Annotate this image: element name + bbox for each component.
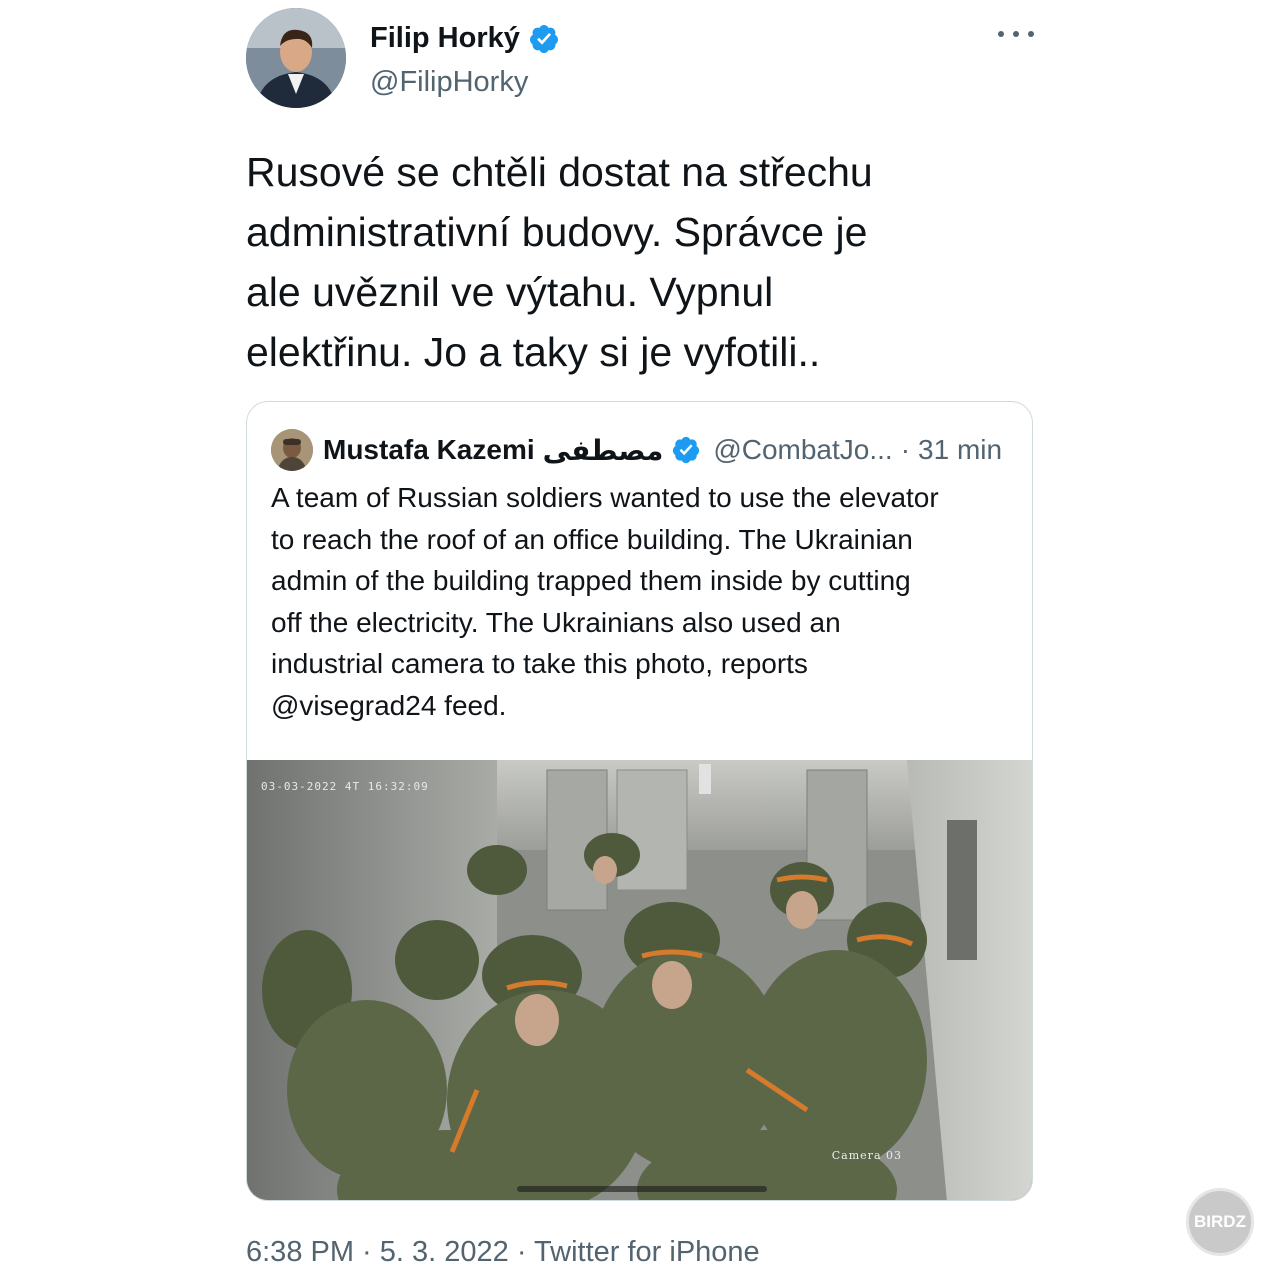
quoted-tweet-header: Mustafa Kazemi مصطفى @CombatJo... · 31 m… (271, 428, 1012, 472)
author-display-name[interactable]: Filip Horký (370, 22, 560, 55)
birdz-watermark-logo: BIRDZ (1186, 1188, 1254, 1256)
camera-label: Camera 03 (831, 1149, 902, 1162)
quoted-tweet-photo[interactable]: 03-03-2022 4T 16:32:09 Camera 03 (247, 760, 1032, 1200)
quoted-author-handle[interactable]: @CombatJo... (713, 434, 892, 466)
quoted-author-name-arabic[interactable]: مصطفى (543, 434, 664, 467)
tweet-meta[interactable]: 6:38 PM · 5. 3. 2022 · Twitter for iPhon… (246, 1236, 760, 1269)
camera-timestamp: 03-03-2022 4T 16:32:09 (261, 780, 429, 793)
more-options-icon[interactable] (998, 22, 1034, 46)
quoted-author-name[interactable]: Mustafa Kazemi (323, 434, 535, 466)
quoted-tweet-text: A team of Russian soldiers wanted to use… (271, 482, 939, 721)
tweet-author: Filip Horký @FilipHorky (246, 8, 1036, 108)
quoted-tweet-time[interactable]: 31 min (918, 434, 1002, 466)
verified-badge-icon (673, 436, 700, 464)
tweet-text: Rusové se chtěli dostat na střechu admin… (246, 149, 873, 375)
author-name-text: Filip Horký (370, 22, 520, 54)
meta-separator: · (900, 434, 911, 465)
quoted-tweet[interactable]: Mustafa Kazemi مصطفى @CombatJo... · 31 m… (246, 401, 1033, 1201)
elevator-photo-illustration (247, 760, 1032, 1200)
author-avatar[interactable] (246, 8, 346, 108)
verified-badge-icon (529, 24, 558, 53)
quoted-author-avatar[interactable] (271, 429, 313, 471)
author-handle[interactable]: @FilipHorky (370, 66, 528, 99)
